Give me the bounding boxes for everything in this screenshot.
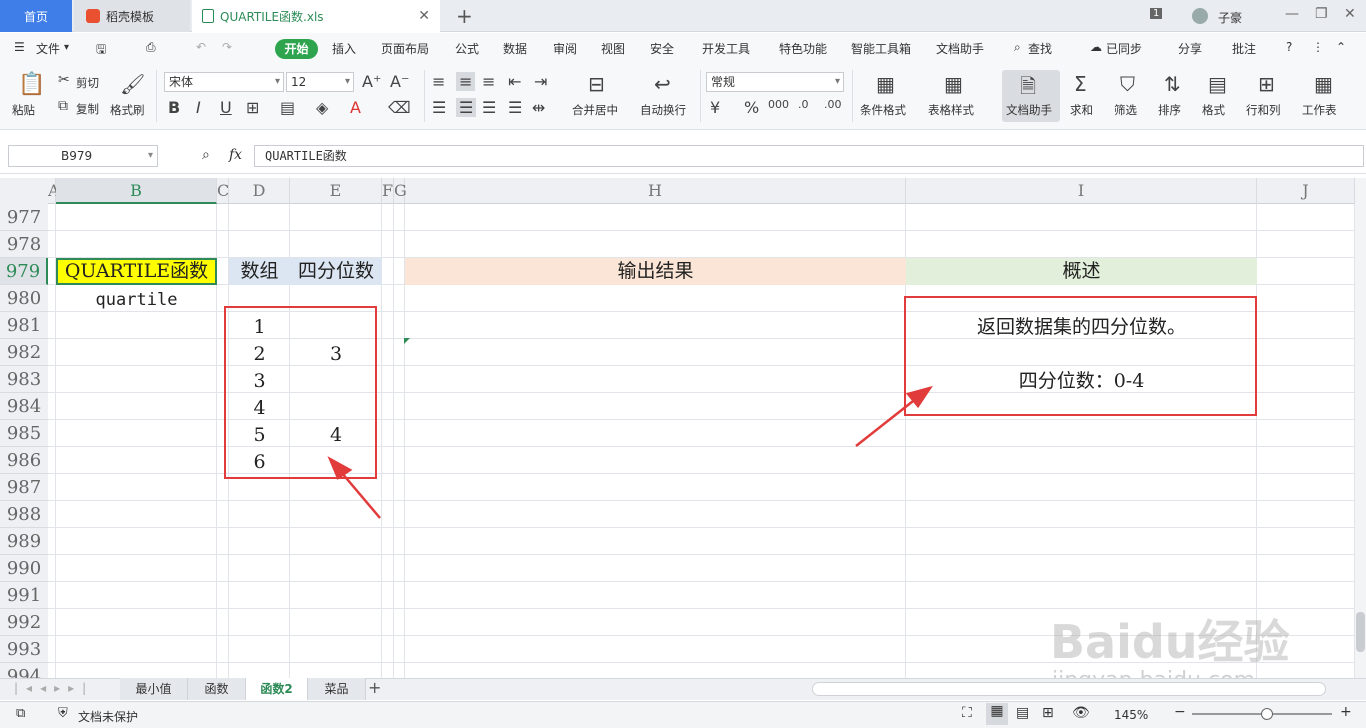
page-layout-icon[interactable]: ▤ [1016,705,1029,721]
sheet-tab[interactable]: 函数2 [246,678,308,700]
zoom-level[interactable]: 145% [1114,708,1148,722]
normal-view-icon[interactable]: ▦ [986,703,1008,725]
arrow-to-data [327,456,381,519]
cell-error-marker [404,338,410,344]
shield-icon: ⛨ [58,706,68,721]
zoom-in-icon[interactable]: + [1340,704,1352,720]
zoom-slider-thumb[interactable] [1261,708,1273,720]
status-bar [0,701,1366,728]
sheet-tab[interactable]: 函数 [188,678,246,700]
page-break-icon[interactable]: ⊞ [1042,705,1054,721]
add-sheet-icon[interactable]: + [368,678,381,697]
sheet-nav-icons[interactable]: |◂◂▸▸| [14,681,94,695]
sheet-tab[interactable]: 最小值 [120,678,188,700]
sheet-tab[interactable]: 菜品 [308,678,366,700]
zoom-out-icon[interactable]: − [1174,704,1186,720]
layout-icon[interactable]: ⧉ [16,706,25,721]
eye-protect-icon[interactable]: 👁 [1072,705,1090,721]
horizontal-scrollbar[interactable] [812,682,1326,696]
arrow-to-summary [855,385,933,447]
vertical-scrollbar[interactable] [1355,178,1366,678]
watermark-brand: Baidu经验 [1050,615,1290,669]
fullscreen-icon[interactable]: ⛶ [962,705,972,721]
protect-status[interactable]: 文档未保护 [78,708,138,725]
vertical-scroll-thumb[interactable] [1356,612,1365,652]
